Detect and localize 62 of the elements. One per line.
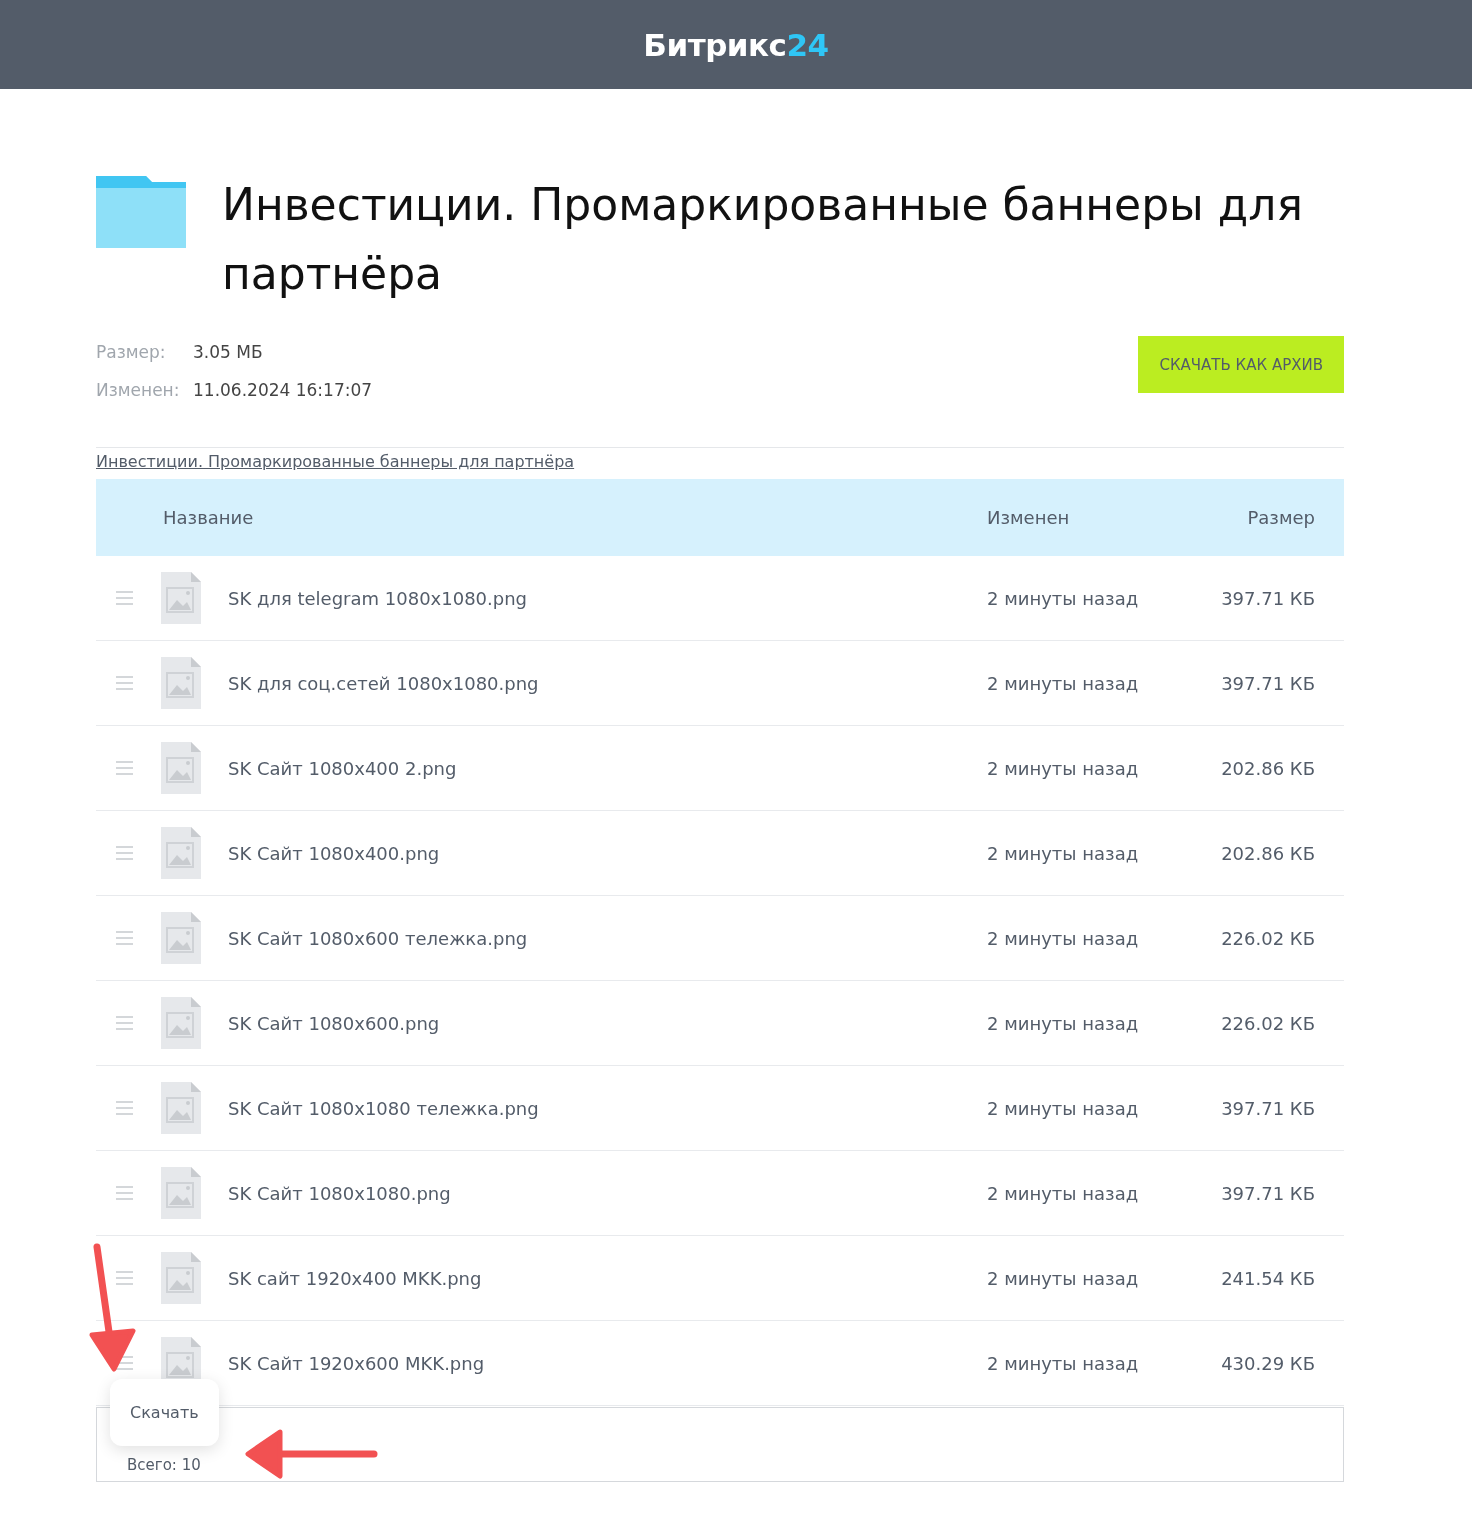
- folder-title: Инвестиции. Промаркированные баннеры для партнёра: [222, 178, 1304, 301]
- file-name-link[interactable]: SK для соц.сетей 1080x1080.png: [228, 672, 987, 694]
- meta-value: 11.06.2024 16:17:07: [193, 381, 373, 400]
- total-count: Всего: 10: [127, 1456, 201, 1474]
- meta-value: 3.05 МБ: [193, 343, 263, 362]
- table-cell-text: 2 минуты назад: [987, 927, 1140, 949]
- table-cell-text: 2 минуты назад: [987, 1012, 1140, 1034]
- table-cell-text: 2 минуты назад: [987, 1267, 1140, 1289]
- table-cell-text: 397.71 КБ: [1220, 587, 1316, 609]
- file-name-link[interactable]: SK Сайт 1080x600.png: [228, 1012, 987, 1034]
- column-header: Название: [163, 507, 255, 528]
- image-file-icon: [161, 657, 201, 709]
- meta-label: Размер:: [96, 343, 167, 362]
- table-cell-text: 2 минуты назад: [987, 757, 1140, 779]
- image-file-icon: [161, 912, 201, 964]
- image-file-icon: [161, 1252, 201, 1304]
- image-file-icon: [161, 1167, 201, 1219]
- table-cell-text: 241.54 КБ: [1220, 1267, 1316, 1289]
- drag-handle-icon[interactable]: [116, 761, 133, 775]
- image-file-icon: [161, 997, 201, 1049]
- drag-handle-icon[interactable]: [116, 676, 133, 690]
- table-cell-text: 430.29 КБ: [1220, 1352, 1316, 1374]
- meta-label: Изменен:: [96, 381, 181, 400]
- file-name-link[interactable]: SK Сайт 1080x1080 тележка.png: [228, 1097, 987, 1119]
- image-file-icon: [161, 572, 201, 624]
- file-name-link[interactable]: SK для telegram 1080x1080.png: [228, 587, 987, 609]
- file-name-link[interactable]: SK Сайт 1080x600 тележка.png: [228, 927, 987, 949]
- drag-handle-icon[interactable]: [116, 1101, 133, 1115]
- drag-handle-icon[interactable]: [116, 1186, 133, 1200]
- table-cell-text: 202.86 КБ: [1220, 757, 1316, 779]
- drag-handle-icon[interactable]: [116, 1271, 133, 1285]
- column-header: Изменен: [987, 507, 1071, 528]
- table-cell-text: 2 минуты назад: [987, 1182, 1140, 1204]
- column-header: Размер: [1246, 507, 1316, 528]
- file-name-link[interactable]: SK Сайт 1080x400 2.png: [228, 757, 987, 779]
- table-cell-text: 2 минуты назад: [987, 1352, 1140, 1374]
- download-archive-button[interactable]: СКАЧАТЬ КАК АРХИВ: [1138, 336, 1344, 393]
- table-cell-text: 2 минуты назад: [987, 672, 1140, 694]
- breadcrumb-link[interactable]: Инвестиции. Промаркированные баннеры для партнёра: [96, 452, 575, 471]
- menu-item[interactable]: Скачать: [130, 1403, 199, 1422]
- drag-handle-icon[interactable]: [116, 1016, 133, 1030]
- folder-icon: [96, 176, 186, 248]
- image-file-icon: [161, 1082, 201, 1134]
- drag-handle-icon[interactable]: [116, 846, 133, 860]
- table-cell-text: 397.71 КБ: [1220, 1097, 1316, 1119]
- table-cell-text: 2 минуты назад: [987, 1097, 1140, 1119]
- file-name-link[interactable]: SK Сайт 1920x600 MKK.png: [228, 1352, 987, 1374]
- file-name-link[interactable]: SK Сайт 1080x1080.png: [228, 1182, 987, 1204]
- table-cell-text: 397.71 КБ: [1220, 1182, 1316, 1204]
- file-name-link[interactable]: SK сайт 1920x400 MKK.png: [228, 1267, 987, 1289]
- image-file-icon: [161, 827, 201, 879]
- drag-handle-icon[interactable]: [116, 591, 133, 605]
- table-cell-text: 226.02 КБ: [1220, 927, 1316, 949]
- table-cell-text: 202.86 КБ: [1220, 842, 1316, 864]
- table-cell-text: 226.02 КБ: [1220, 1012, 1316, 1034]
- image-file-icon: [161, 742, 201, 794]
- table-cell-text: 2 минуты назад: [987, 587, 1140, 609]
- table-cell-text: 2 минуты назад: [987, 842, 1140, 864]
- file-name-link[interactable]: SK Сайт 1080x400.png: [228, 842, 987, 864]
- drag-handle-icon[interactable]: [116, 931, 133, 945]
- logo[interactable]: Битрикс24: [643, 26, 829, 63]
- table-cell-text: 397.71 КБ: [1220, 672, 1316, 694]
